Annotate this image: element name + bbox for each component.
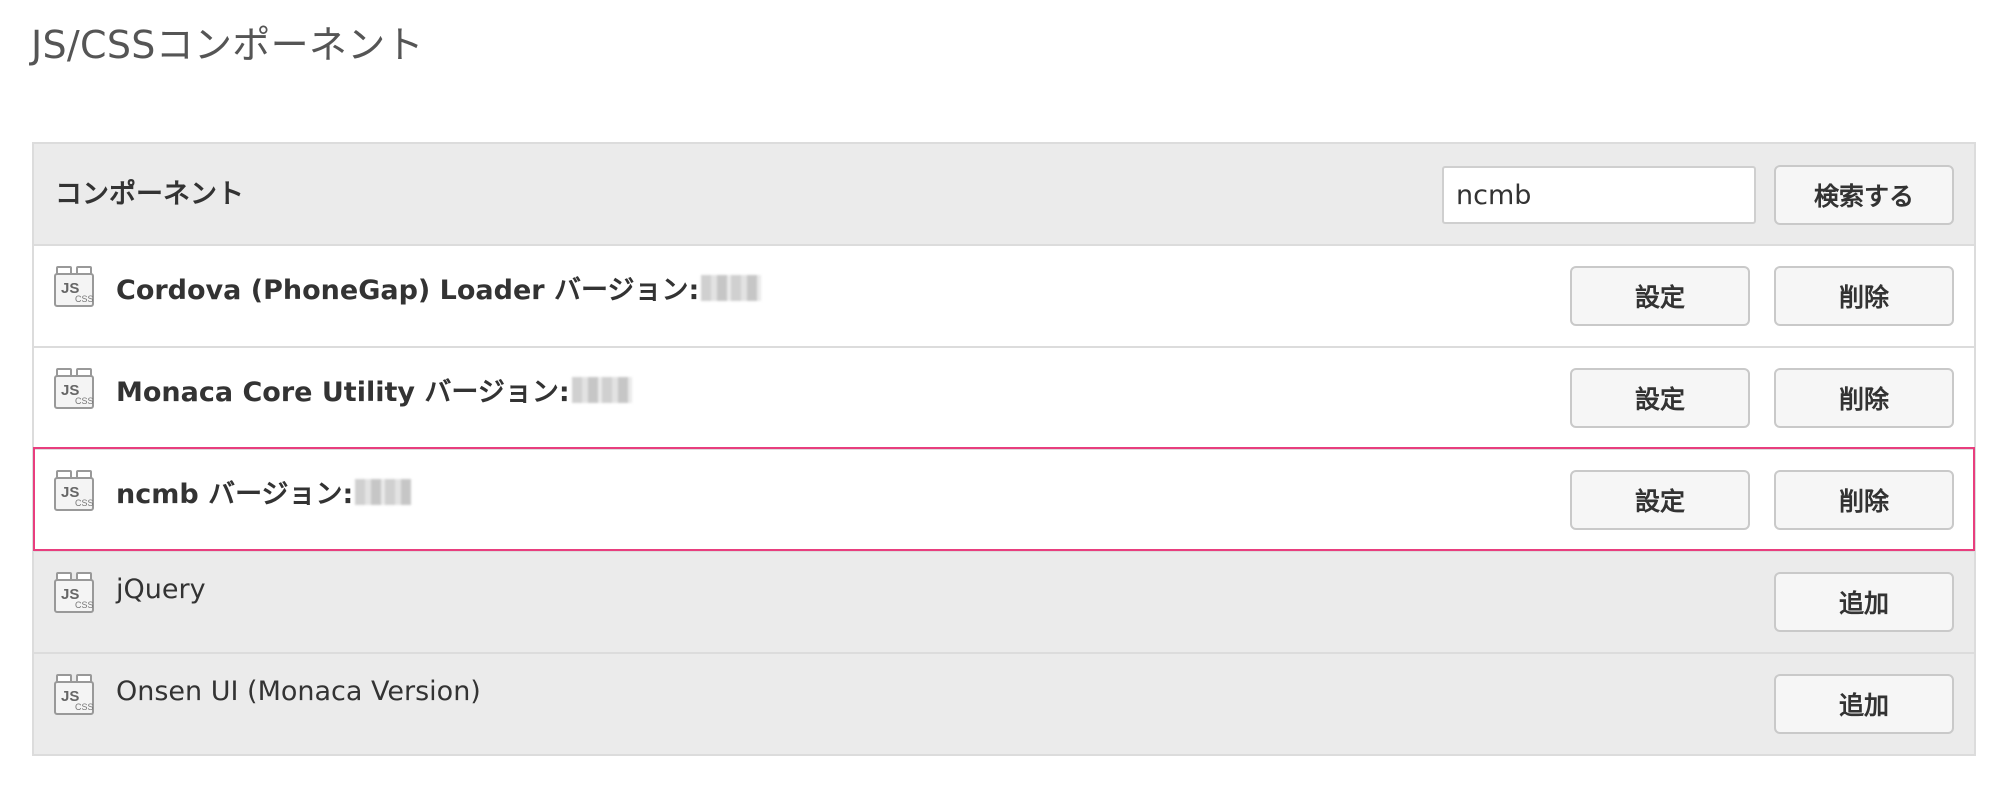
svg-text:CSS: CSS [75,600,94,610]
svg-text:CSS: CSS [75,498,94,508]
js-css-component-icon: JS CSS [54,470,94,511]
component-name: jQuery [116,574,206,605]
search-button[interactable]: 検索する [1774,165,1954,225]
component-row-monaca-core-utility: JS CSS Monaca Core Utility バージョン: 設定 削除 [34,346,1974,448]
settings-button[interactable]: 設定 [1570,368,1750,428]
version-value-redacted [355,478,412,505]
add-button[interactable]: 追加 [1774,572,1954,632]
js-css-component-icon: JS CSS [54,266,94,307]
component-panel: コンポーネント 検索する JS CSS Cordova (PhoneGap) L… [32,142,1976,756]
svg-text:CSS: CSS [75,702,94,712]
component-row-ncmb: JS CSS ncmb バージョン: 設定 削除 [33,447,1975,551]
component-row-onsen-ui: JS CSS Onsen UI (Monaca Version) 追加 [34,652,1974,754]
settings-button[interactable]: 設定 [1570,470,1750,530]
delete-button[interactable]: 削除 [1774,368,1954,428]
component-name: Onsen UI (Monaca Version) [116,676,481,707]
js-css-component-icon: JS CSS [54,368,94,409]
delete-button[interactable]: 削除 [1774,470,1954,530]
settings-button[interactable]: 設定 [1570,266,1750,326]
component-row-cordova: JS CSS Cordova (PhoneGap) Loader バージョン: … [34,244,1974,346]
delete-button[interactable]: 削除 [1774,266,1954,326]
component-name: ncmb バージョン: [116,472,412,511]
component-name: Monaca Core Utility バージョン: [116,370,632,409]
header-label: コンポーネント [55,179,244,210]
component-name-text: ncmb バージョン: [116,479,354,510]
page-title: JS/CSSコンポーネント [31,23,424,67]
js-css-component-icon: JS CSS [54,572,94,613]
search-input[interactable] [1442,166,1756,224]
js-css-component-icon: JS CSS [54,674,94,715]
component-row-jquery: JS CSS jQuery 追加 [34,550,1974,652]
add-button[interactable]: 追加 [1774,674,1954,734]
version-value-redacted [571,376,632,403]
svg-text:CSS: CSS [75,294,94,304]
component-name-text: Monaca Core Utility バージョン: [116,377,570,408]
component-name: Cordova (PhoneGap) Loader バージョン: [116,268,762,307]
panel-header: コンポーネント 検索する [34,144,1974,244]
svg-text:CSS: CSS [75,396,94,406]
component-name-text: Cordova (PhoneGap) Loader バージョン: [116,275,700,306]
version-value-redacted [701,274,762,301]
